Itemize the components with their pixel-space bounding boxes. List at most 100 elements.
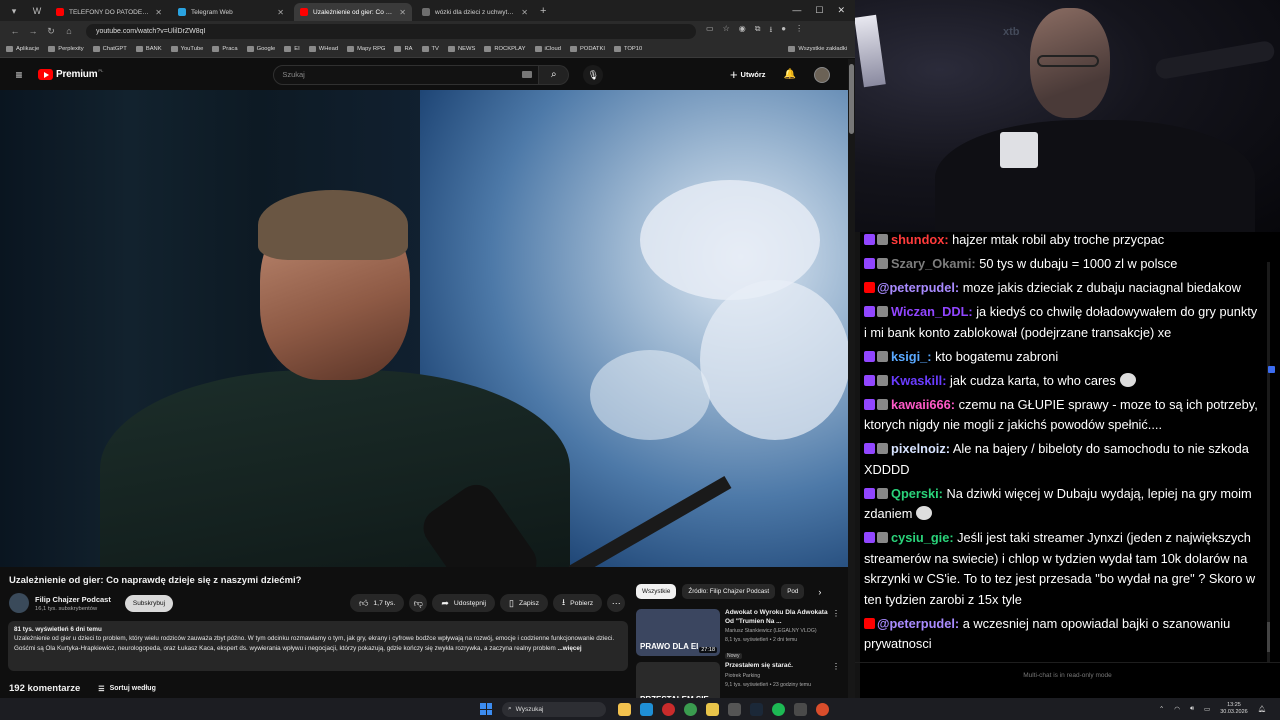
new-tab-button[interactable]: + — [540, 5, 546, 17]
voice-search-button[interactable]: 🎙 — [583, 64, 604, 85]
chat-username[interactable]: cysiu_gie: — [891, 530, 954, 545]
browser-tab[interactable]: TELEFONY DO PATODEWELOPE ✕ — [50, 3, 168, 21]
browser-tab[interactable]: wózki dla dzieci z uchwytem na ✕ — [416, 3, 534, 21]
more-actions-button[interactable]: ⋯ — [607, 594, 626, 612]
bookmark-item[interactable]: YouTube — [170, 46, 203, 52]
tray-chevron-icon[interactable]: ⌃ — [1159, 705, 1164, 713]
create-button[interactable]: + Utwórz — [730, 67, 766, 82]
description-box[interactable]: 81 tys. wyświetleń 6 dni temu Uzależnien… — [8, 621, 628, 671]
sort-comments-button[interactable]: ☰ Sortuj według — [98, 685, 156, 693]
download-manager-icon[interactable] — [728, 702, 741, 716]
tab-close-icon[interactable]: ✕ — [521, 8, 528, 17]
chat-scrollbar[interactable] — [1267, 262, 1270, 662]
extension-icon[interactable]: ◉ — [739, 24, 746, 38]
tab-close-icon[interactable]: ✕ — [155, 8, 162, 17]
recommended-video-title[interactable]: Adwokat o Wyroku Dla Adwokata Od "Trumie… — [725, 609, 829, 626]
notifications-bell-icon[interactable]: 🔔 — [784, 69, 796, 80]
subscribe-button[interactable]: Subskrybuj — [124, 594, 174, 612]
chat-username[interactable]: ksigi_: — [891, 349, 932, 364]
chrome-profile-icon[interactable] — [816, 702, 829, 716]
browser-tab[interactable]: Uzależnienie od gier: Co napraw ✕ — [294, 3, 412, 21]
chat-username[interactable]: @peterpudel: — [877, 616, 959, 631]
scrollbar-thumb[interactable] — [849, 64, 854, 134]
search-input[interactable]: Szukaj — [273, 64, 540, 85]
opera-icon[interactable] — [662, 702, 675, 716]
profile-icon[interactable]: ● — [781, 24, 786, 38]
video-player[interactable] — [0, 90, 848, 567]
file-explorer-icon[interactable] — [618, 702, 631, 716]
all-bookmarks-folder[interactable]: Wszystkie zakładki — [788, 46, 855, 52]
chat-username[interactable]: Qperski: — [891, 486, 943, 501]
notes-icon[interactable] — [706, 702, 719, 716]
maximize-icon[interactable]: ☐ — [815, 5, 823, 16]
filter-chip[interactable]: Źródło: Filip Chajzer Podcast — [682, 584, 776, 599]
chat-username[interactable]: shundox: — [891, 232, 949, 247]
chat-username[interactable]: kawaii666: — [891, 397, 955, 412]
video-thumbnail[interactable]: PRAWO DLA EI 27:18 — [636, 609, 720, 656]
bookmark-star-icon[interactable]: ☆ — [723, 24, 730, 38]
account-avatar[interactable] — [814, 66, 830, 83]
bookmark-item[interactable]: EI — [284, 46, 300, 52]
recommended-video[interactable]: PRZESTAŁEM SIĘ Przestałem się starać. Piot… — [636, 662, 846, 698]
bookmark-item[interactable]: Perplexity — [48, 46, 84, 52]
download-button[interactable]: ⭳ Pobierz — [552, 594, 603, 612]
filter-chip[interactable]: Pod — [781, 584, 805, 599]
tab-close-icon[interactable]: ✕ — [399, 8, 406, 17]
recommended-video-channel[interactable]: Piotrek Parking — [725, 673, 829, 680]
bookmark-item[interactable]: WHead — [308, 46, 338, 52]
cast-icon[interactable]: ▭ — [706, 24, 714, 38]
bookmark-item[interactable]: RA — [394, 46, 413, 52]
bookmark-item[interactable]: PODATKI — [569, 46, 605, 52]
battery-icon[interactable]: ▭ — [1204, 705, 1210, 713]
recommended-video-channel[interactable]: Mariusz Stankiewicz (LEGALNY VLOG) — [725, 628, 829, 635]
chevron-right-icon[interactable]: › — [818, 587, 821, 597]
bookmark-item[interactable]: ChatGPT — [92, 46, 127, 52]
minimize-icon[interactable]: — — [792, 5, 801, 16]
notification-icon[interactable]: 🔔︎ — [1258, 705, 1266, 713]
chat-username[interactable]: Kwaskill: — [891, 373, 946, 388]
more-vertical-icon[interactable]: ⋮ — [832, 609, 840, 662]
steam-icon[interactable] — [750, 702, 763, 716]
bookmark-item[interactable]: iCloud — [534, 46, 561, 52]
bookmark-item[interactable]: ROCKPLAY — [484, 46, 526, 52]
bookmark-item[interactable]: TOP10 — [613, 46, 642, 52]
keyboard-icon[interactable] — [522, 70, 533, 78]
chat-username[interactable]: Szary_Okami: — [891, 256, 976, 271]
chrome-icon[interactable] — [684, 702, 697, 716]
bookmark-item[interactable]: BANK — [135, 46, 162, 52]
download-icon[interactable]: ⭳ — [769, 24, 772, 38]
forward-icon[interactable]: → — [24, 26, 42, 36]
recommended-video-title[interactable]: Przestałem się starać. — [725, 662, 829, 671]
menu-hamburger-icon[interactable]: ≡ — [4, 68, 34, 82]
tab-menu-icon[interactable]: ▾ — [5, 4, 23, 18]
like-button[interactable]: 👍︎ 1,7 tys. — [350, 594, 405, 612]
taskbar-search[interactable]: ⌕ Wyszukaj — [502, 701, 606, 717]
bookmark-item[interactable]: Aplikacje — [6, 46, 39, 52]
filter-chip[interactable]: Wszystkie — [636, 584, 677, 599]
more-vertical-icon[interactable]: ⋮ — [832, 662, 840, 698]
workspace-icon[interactable]: W — [28, 4, 46, 18]
description-more-link[interactable]: ...więcej — [558, 645, 582, 652]
bookmark-item[interactable]: Praca — [212, 46, 238, 52]
bookmark-item[interactable]: Google — [246, 46, 275, 52]
chat-scrollbar-thumb[interactable] — [1267, 622, 1270, 652]
app-icon[interactable] — [794, 702, 807, 716]
video-thumbnail[interactable]: PRZESTAŁEM SIĘ — [636, 662, 720, 698]
browser-menu-icon[interactable]: ⋮ — [795, 24, 803, 38]
recommended-video[interactable]: PRAWO DLA EI 27:18 Adwokat o Wyroku Dla Ad… — [636, 609, 846, 662]
wifi-icon[interactable]: ◠ — [1174, 705, 1180, 713]
chat-username[interactable]: Wiczan_DDL: — [891, 304, 973, 319]
reload-icon[interactable]: ↻ — [42, 26, 60, 37]
close-window-icon[interactable]: ✕ — [837, 5, 845, 16]
bookmark-item[interactable]: TV — [421, 46, 439, 52]
volume-icon[interactable]: 🔊︎ — [1190, 705, 1194, 713]
channel-name[interactable]: Filip Chajzer Podcast — [35, 595, 111, 604]
youtube-logo[interactable]: Premium PL — [38, 68, 103, 80]
save-button[interactable]: ▯ Zapisz — [500, 594, 548, 612]
home-icon[interactable]: ⌂ — [60, 26, 78, 36]
clock[interactable]: 13:25 30.03.2026 — [1220, 702, 1248, 716]
back-icon[interactable]: ← — [6, 26, 24, 36]
bookmark-item[interactable]: NEWS — [447, 46, 475, 52]
page-scrollbar[interactable] — [848, 59, 855, 698]
puzzle-icon[interactable]: ⧉ — [755, 24, 761, 38]
